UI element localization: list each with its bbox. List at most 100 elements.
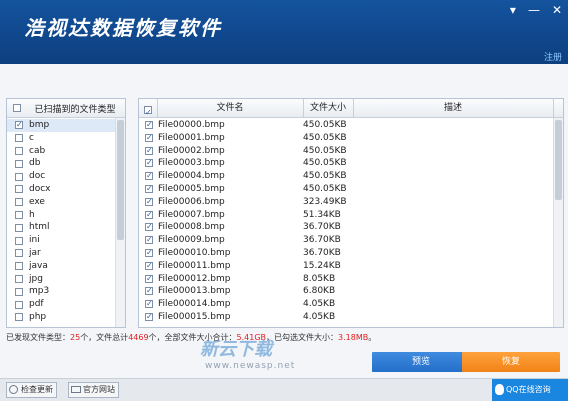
file-type-checkbox[interactable] [15,146,23,155]
file-type-item[interactable]: ini [7,234,121,247]
status-mid: 个，文件总计 [80,333,129,342]
file-type-scrollbar[interactable] [115,118,125,327]
watermark-url: www.newasp.net [205,361,296,371]
file-type-checkbox[interactable] [15,313,23,322]
file-type-checkbox[interactable] [15,210,23,219]
row-checkbox[interactable] [145,234,153,247]
table-row[interactable]: File00007.bmp 51.34KB [139,209,549,221]
scrollbar-thumb[interactable] [117,120,124,240]
table-row[interactable]: File000011.bmp 15.24KB [139,260,549,273]
file-type-checkbox[interactable] [15,172,23,181]
file-type-checkbox[interactable] [15,287,23,296]
file-type-checkbox[interactable] [15,236,23,245]
file-type-checkbox[interactable] [15,223,23,232]
row-checkbox[interactable] [145,170,153,183]
check-update-button[interactable]: 检查更新 [6,382,57,398]
file-list-scrollbar[interactable] [553,118,563,327]
row-checkbox[interactable] [145,196,153,209]
table-row[interactable]: File00005.bmp 450.05KB [139,183,549,196]
column-header-size[interactable]: 文件大小 [303,99,354,117]
table-row[interactable]: File000010.bmp 36.70KB [139,247,549,260]
close-icon[interactable]: ✕ [552,3,562,17]
minimize-icon[interactable]: — [528,3,540,17]
table-row[interactable]: File00003.bmp 450.05KB [139,157,549,170]
table-row[interactable]: File00001.bmp 450.05KB [139,132,549,145]
row-checkbox[interactable] [145,260,153,273]
column-header-filename[interactable]: 文件名 [157,99,304,117]
file-type-checkbox[interactable] [15,119,23,132]
file-type-item[interactable]: jar [7,247,121,260]
preview-button[interactable]: 预览 [372,352,470,372]
menu-dropdown-icon[interactable]: ▾ [510,3,516,17]
file-type-label: pdf [29,299,44,310]
row-checkbox[interactable] [145,285,153,298]
file-type-item[interactable]: html [7,221,121,234]
file-type-item[interactable]: c [7,132,121,145]
file-type-checkbox[interactable] [15,185,23,194]
file-type-item[interactable]: db [7,157,121,170]
file-type-panel: 已扫描到的文件类型 bmp c cab db docdocx exe h html inijar… [6,98,126,328]
row-checkbox[interactable] [145,157,153,170]
table-row[interactable]: File00004.bmp 450.05KB [139,170,549,183]
file-name-cell: File00008.bmp [158,222,225,233]
file-type-item[interactable]: doc [7,170,121,183]
row-checkbox[interactable] [145,221,153,234]
row-checkbox[interactable] [145,119,153,132]
window-controls: ▾ — ✕ [510,3,562,17]
select-all-types-checkbox[interactable] [13,104,21,112]
file-type-item[interactable]: mp3 [7,285,121,298]
file-type-label: h [29,209,35,220]
row-checkbox[interactable] [145,132,153,145]
recover-button[interactable]: 恢复 [462,352,560,372]
row-checkbox[interactable] [145,311,153,324]
status-bar: 已发现文件类型：25个，文件总计4469个，全部文件大小合计：5.41GB，已勾… [6,332,376,343]
column-header-description[interactable]: 描述 [353,99,554,117]
register-link[interactable]: 注册 [544,50,562,63]
check-update-label: 检查更新 [21,385,53,394]
file-type-label: bmp [29,120,50,130]
file-type-checkbox[interactable] [15,159,23,168]
qq-consult-button[interactable]: QQ在线咨询 [492,379,568,401]
file-type-item[interactable]: jpg [7,273,121,286]
scrollbar-thumb[interactable] [555,120,562,200]
table-row[interactable]: File000014.bmp 4.05KB [139,298,549,311]
table-row[interactable]: File000012.bmp 8.05KB [139,273,549,285]
file-type-checkbox[interactable] [15,262,23,271]
file-type-item[interactable]: h [7,209,121,222]
file-type-item[interactable]: php [7,311,121,324]
file-type-item[interactable]: exe [7,196,121,209]
table-row[interactable]: File00000.bmp 450.05KB [139,119,549,132]
file-type-item[interactable]: docx [7,183,121,196]
row-checkbox[interactable] [145,273,153,285]
file-size-cell: 450.05KB [303,132,347,143]
file-type-item[interactable]: bmp [7,119,121,132]
row-checkbox[interactable] [145,145,153,157]
row-checkbox[interactable] [145,247,153,260]
file-type-label: java [29,260,48,271]
file-type-checkbox[interactable] [15,198,23,207]
file-type-item[interactable]: java [7,260,121,273]
file-name-cell: File00004.bmp [158,171,225,182]
row-checkbox[interactable] [145,209,153,221]
table-row[interactable]: File000015.bmp 4.05KB [139,311,549,324]
row-checkbox[interactable] [145,298,153,311]
file-type-header: 已扫描到的文件类型 [7,99,125,118]
file-type-checkbox[interactable] [15,249,23,258]
official-site-button[interactable]: 官方网站 [68,382,119,398]
table-row[interactable]: File00008.bmp 36.70KB [139,221,549,234]
table-row[interactable]: File00006.bmp 323.49KB [139,196,549,209]
file-type-item[interactable]: pdf [7,298,121,311]
table-row[interactable]: File00002.bmp 450.05KB [139,145,549,157]
file-type-checkbox[interactable] [15,134,23,143]
file-type-item[interactable]: cab [7,145,121,158]
file-name-cell: File00006.bmp [158,196,225,207]
table-row[interactable]: File00009.bmp 36.70KB [139,234,549,247]
file-size-cell: 450.05KB [303,145,347,156]
select-all-files-checkbox[interactable] [144,104,152,122]
row-checkbox[interactable] [145,183,153,196]
file-type-checkbox[interactable] [15,300,23,309]
table-row[interactable]: File000013.bmp 6.80KB [139,285,549,298]
qq-penguin-icon [495,384,504,395]
file-type-checkbox[interactable] [15,274,23,283]
file-type-list: bmp c cab db docdocx exe h html inijar java jpg mp3… [7,119,121,324]
